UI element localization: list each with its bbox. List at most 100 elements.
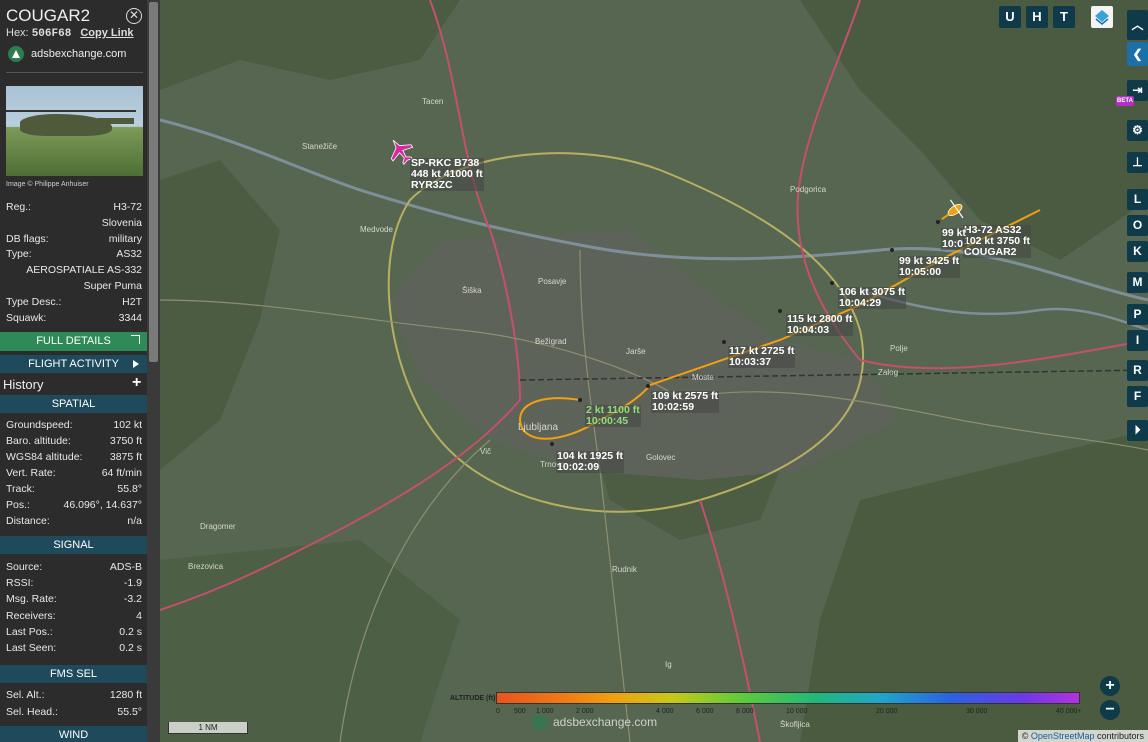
beta-badge: BETA — [1116, 96, 1134, 106]
track-label: 115 kt 2800 ft 10:04:03 — [786, 314, 854, 336]
toggle-p-button[interactable]: P — [1127, 304, 1148, 325]
info-value: 55.8° — [117, 483, 142, 495]
flight-activity-button[interactable]: FLIGHT ACTIVITY — [0, 355, 147, 373]
basemap — [160, 0, 1148, 742]
info-value: ADS-B — [109, 561, 142, 573]
info-key: Type Desc.: — [6, 295, 62, 308]
place-label: Vič — [480, 447, 491, 456]
chevron-left-icon: ❮ — [1132, 47, 1143, 61]
expand-sidebar-button[interactable]: ❮ — [1127, 42, 1148, 66]
layers-button[interactable] — [1091, 6, 1113, 28]
place-label: Moste — [692, 373, 714, 382]
place-label: Medvode — [360, 225, 393, 234]
altitude-tick: 40 000+ — [1056, 708, 1082, 715]
aircraft-photo[interactable] — [6, 86, 143, 176]
info-value: 3875 ft — [109, 451, 142, 463]
info-value: Super Puma — [83, 280, 142, 292]
track-point — [578, 398, 582, 402]
attribution-prefix: © — [1021, 731, 1031, 741]
info-value: 55.5° — [117, 706, 142, 718]
place-label: Tacen — [422, 97, 444, 106]
adsbx-logo-icon — [8, 46, 24, 62]
sitemap-icon: ⊥ — [1132, 155, 1143, 169]
track-point — [550, 442, 554, 446]
info-key: Baro. altitude: — [6, 435, 71, 447]
copy-link-button[interactable]: Copy Link — [80, 27, 133, 39]
map-view[interactable]: Ljubljana Bežigrad Šiška Posavje Jarše Polje M… — [160, 0, 1148, 742]
brand-link[interactable]: adsbexchange.com — [8, 44, 126, 64]
attribution-suffix: contributors — [1094, 731, 1144, 741]
selected-aircraft-label[interactable]: H3-72 AS32 102 kt 3750 ft COUGAR2 — [963, 225, 1031, 258]
signal-section-title: SIGNAL — [0, 536, 147, 554]
chevron-up-icon: ︿ — [1131, 18, 1144, 32]
track-label: 104 kt 1925 ft 10:02:09 — [556, 451, 624, 473]
place-label: Brezovica — [188, 562, 224, 571]
adsbx-logo-icon — [532, 714, 548, 730]
track-label-line: 10:02:09 — [556, 462, 624, 473]
info-key: Pos.: — [6, 499, 30, 511]
altitude-gradient — [496, 692, 1080, 704]
full-details-button[interactable]: FULL DETAILS — [0, 332, 147, 351]
osm-link[interactable]: OpenStreetMap — [1031, 731, 1095, 741]
toggle-f-button[interactable]: F — [1127, 386, 1148, 407]
track-point — [778, 309, 782, 313]
hex-value: 506F68 — [31, 28, 72, 40]
settings-button[interactable]: ⚙ — [1127, 120, 1148, 141]
expand-plus-icon[interactable]: + — [132, 374, 141, 392]
altitude-tick: 10 000 — [786, 708, 808, 715]
place-label: Ljubljana — [518, 422, 559, 433]
info-value: 4 — [136, 609, 142, 622]
info-key: Groundspeed: — [6, 419, 73, 431]
info-value: 46.096°, 14.637° — [63, 499, 142, 511]
info-key: Vert. Rate: — [6, 467, 56, 479]
toggle-l-button[interactable]: L — [1127, 189, 1148, 210]
toggle-t-button[interactable]: T — [1053, 6, 1075, 28]
layers-icon — [1095, 10, 1109, 25]
toggle-o-button[interactable]: O — [1127, 215, 1148, 236]
zoom-in-button[interactable]: + — [1100, 676, 1120, 696]
collapse-right-button[interactable]: ︿ — [1127, 10, 1148, 40]
toggle-h-button[interactable]: H — [1026, 6, 1048, 28]
track-label-line: 10:00:45 — [585, 416, 641, 427]
close-icon[interactable]: ✕ — [126, 8, 142, 24]
external-link-icon — [131, 335, 140, 344]
scrollbar-thumb[interactable] — [149, 2, 158, 362]
track-label-line: 10:05:00 — [898, 267, 961, 278]
place-label: Rudnik — [612, 565, 637, 574]
place-label: Zalog — [878, 368, 899, 377]
place-label: Polje — [890, 344, 908, 353]
zoom-out-button[interactable]: − — [1100, 700, 1120, 720]
track-point — [722, 340, 726, 344]
toggle-u-button[interactable]: U — [999, 6, 1021, 28]
replay-button[interactable]: ⏵ — [1127, 420, 1148, 441]
toggle-m-button[interactable]: M — [1127, 272, 1148, 293]
brand-text: adsbexchange.com — [31, 48, 127, 60]
gear-icon: ⚙ — [1132, 123, 1143, 137]
login-icon: ⇥ — [1132, 83, 1143, 97]
divider — [6, 72, 143, 73]
sidebar-scrollbar[interactable] — [147, 0, 160, 742]
info-key: Type: — [6, 248, 32, 261]
full-details-label: FULL DETAILS — [36, 335, 111, 347]
toggle-r-button[interactable]: R — [1127, 360, 1148, 381]
altitude-tick: 4 000 — [656, 708, 674, 715]
track-label: 99 kt 10:0 — [941, 228, 967, 250]
info-key: Last Pos.: — [6, 625, 53, 638]
info-value: Slovenia — [101, 216, 142, 229]
place-label: Dragomer — [200, 522, 236, 531]
toggle-i-button[interactable]: I — [1127, 330, 1148, 351]
track-label: 117 kt 2725 ft 10:03:37 — [728, 346, 796, 368]
info-value: -3.2 — [123, 593, 142, 606]
stats-button[interactable]: ⊥ — [1127, 152, 1148, 173]
other-aircraft-label[interactable]: SP-RKC B738 448 kt 41000 ft RYR3ZC — [410, 158, 484, 191]
info-value: 102 kt — [113, 419, 142, 431]
watermark: adsbexchange.com — [532, 714, 657, 730]
track-label-line: 10:03:37 — [728, 357, 796, 368]
place-label: Škofljica — [780, 720, 810, 729]
info-value: military — [108, 232, 142, 245]
toggle-k-button[interactable]: K — [1127, 241, 1148, 262]
info-key: Squawk: — [6, 311, 47, 324]
aircraft-info-panel: COUGAR2 ✕ Hex: 506F68 Copy Link adsbexch… — [0, 0, 147, 742]
photo-tail — [98, 118, 134, 124]
info-value: 3750 ft — [109, 435, 142, 447]
